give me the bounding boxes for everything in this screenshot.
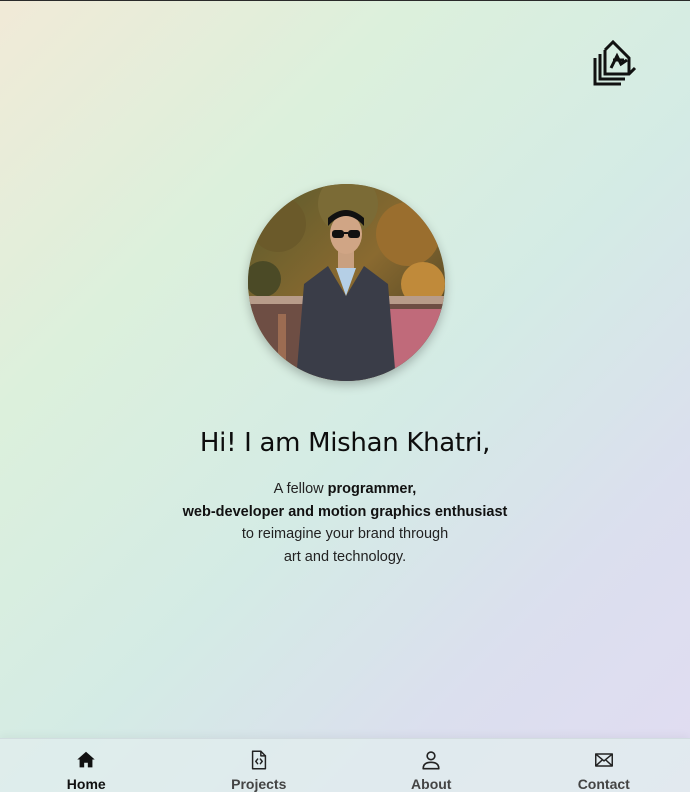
file-code-icon [251, 750, 266, 770]
intro-prefix: A fellow [273, 481, 328, 497]
intro-line-4: art and technology. [283, 548, 407, 565]
nav-item-projects[interactable]: Projects [173, 739, 346, 792]
nav-label-projects: Projects [231, 776, 287, 792]
bottom-nav: Home Projects About Contact [0, 738, 690, 792]
nav-item-about[interactable]: About [345, 739, 518, 792]
intro-role-programmer: programmer, [327, 481, 417, 497]
nav-label-contact: Contact [577, 776, 630, 792]
top-border [0, 0, 690, 1]
nav-item-contact[interactable]: Contact [518, 739, 690, 792]
nav-item-home[interactable]: Home [0, 739, 173, 792]
nav-label-about: About [411, 776, 452, 792]
intro-line-2: web-developer and motion graphics enthus… [0, 501, 690, 524]
intro-text: A fellow programmer, web-developer and m… [0, 478, 690, 568]
profile-photo [248, 184, 445, 381]
nav-label-home: Home [66, 776, 106, 792]
home-icon [77, 751, 95, 768]
user-icon [422, 751, 440, 770]
logo-icon[interactable] [591, 39, 639, 88]
intro-role-web: web-developer and motion graphics enthus… [182, 503, 508, 520]
intro-line-1: A fellow programmer, [0, 478, 690, 501]
greeting-heading: Hi! I am Mishan Khatri, [199, 428, 491, 458]
intro-line-3: to reimagine your brand through [241, 526, 449, 542]
mail-icon [594, 753, 613, 767]
